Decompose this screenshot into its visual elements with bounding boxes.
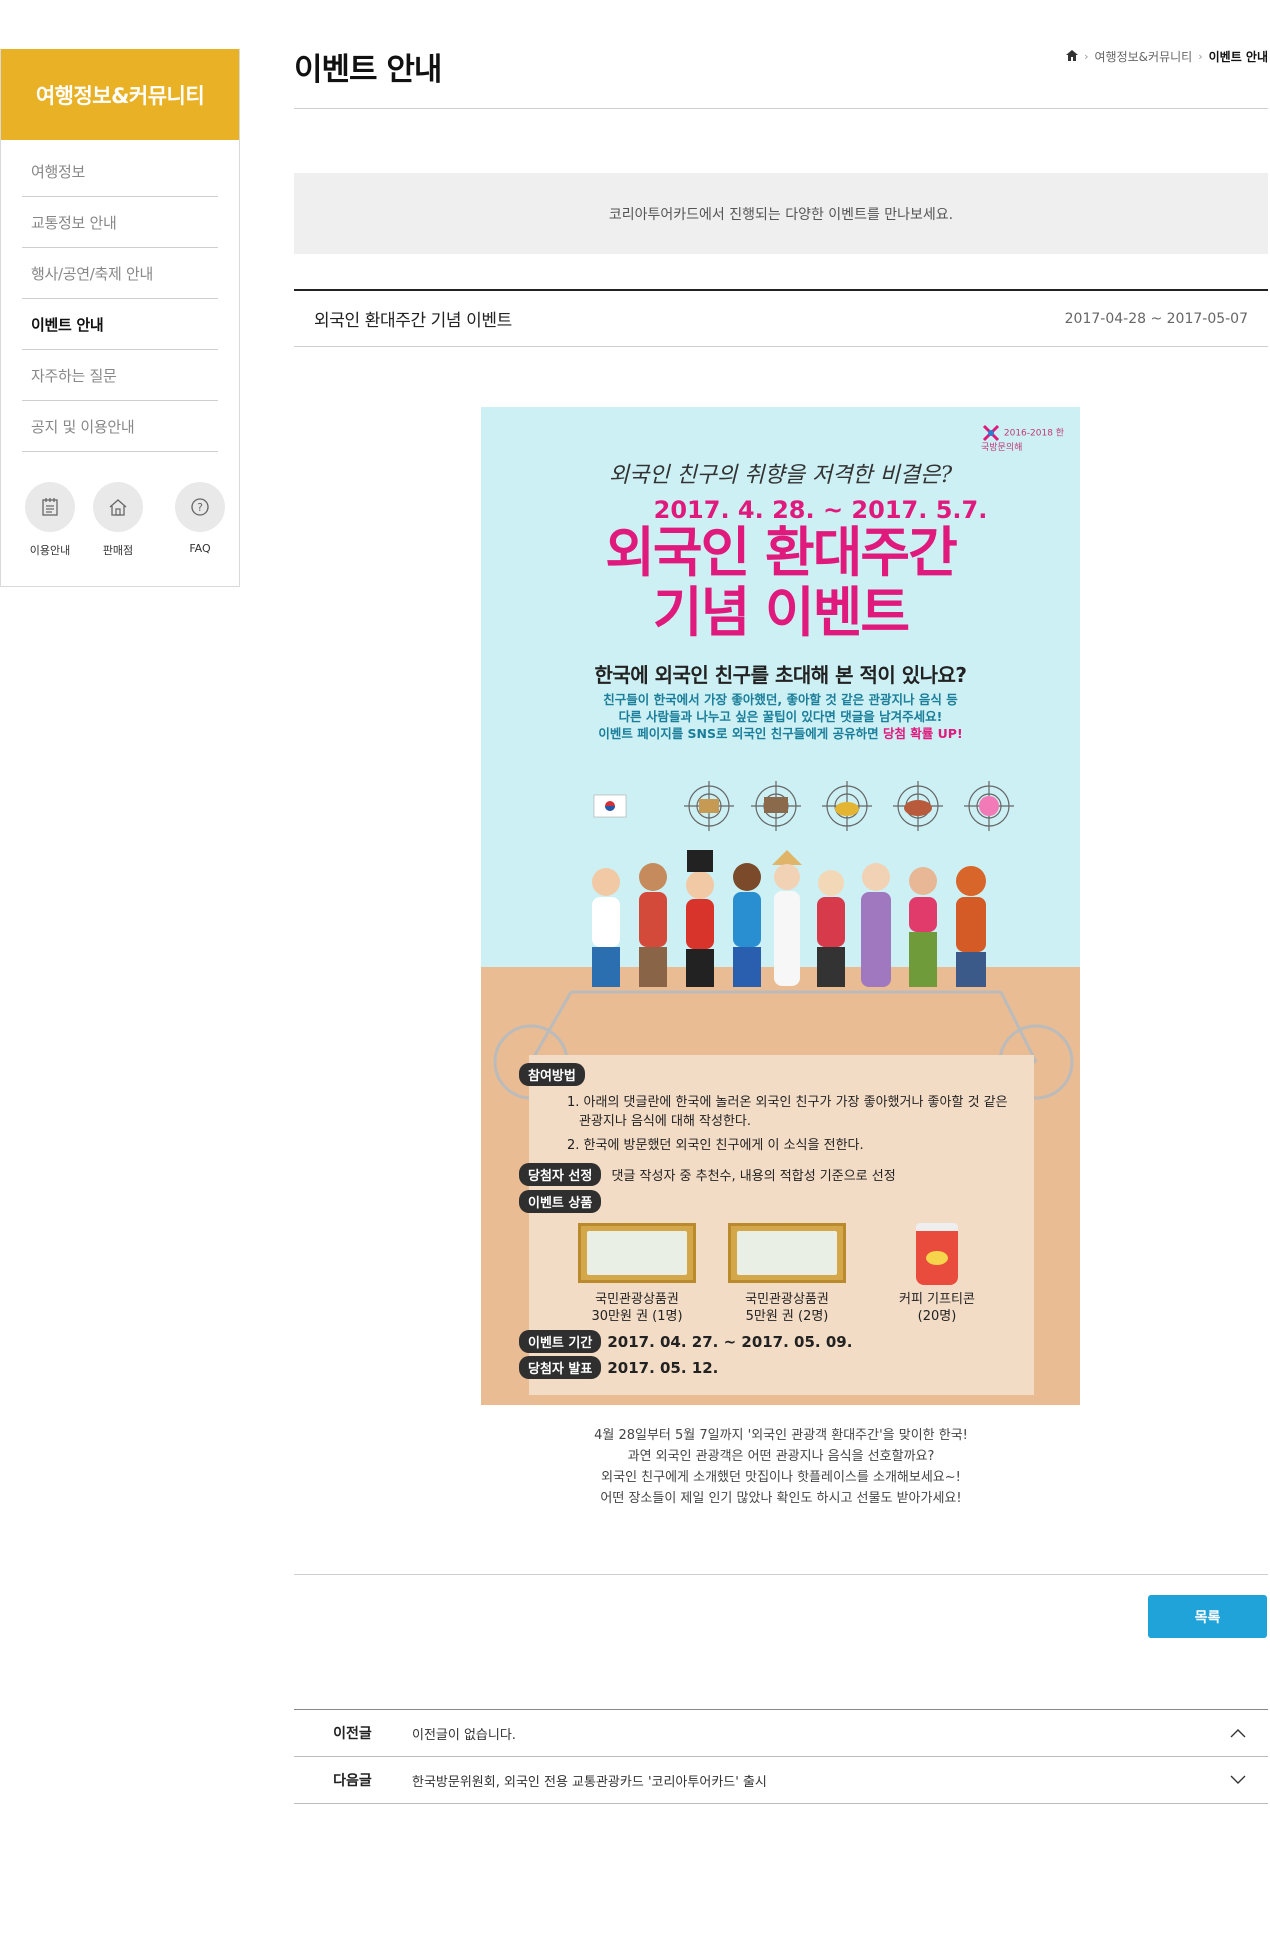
period-tag: 이벤트 기간 [519, 1330, 602, 1353]
winner-text: 댓글 작성자 중 추천수, 내용의 적합성 기준으로 선정 [611, 1169, 896, 1184]
poster-tagline: 외국인 친구의 취향을 저격한 비결은? [608, 463, 953, 488]
korea-flag-icon [593, 794, 627, 818]
quick-link-label: 이용안내 [29, 544, 71, 557]
poster-title-line1: 외국인 환대주간 [605, 521, 958, 584]
prize-name: 국민관광상품권 [745, 1292, 829, 1307]
body-line: 4월 28일부터 5월 7일까지 '외국인 관광객 환대주간'을 맞이한 한국! [594, 1428, 968, 1443]
how-step-1b: 관광지나 음식에 대해 작성한다. [579, 1114, 752, 1129]
chevron-right-icon: › [1198, 50, 1203, 63]
sidebar-item-faq[interactable]: 자주하는 질문 [22, 350, 218, 401]
gift-voucher-icon [578, 1223, 696, 1283]
poster-title-line2: 기념 이벤트 [652, 581, 910, 644]
gift-voucher-icon [728, 1223, 846, 1283]
announce-tag: 당첨자 발표 [519, 1356, 602, 1379]
next-post-label: 다음글 [333, 1773, 372, 1789]
sidebar-item-travel-info[interactable]: 여행정보 [22, 146, 218, 197]
post-body-text: 4월 28일부터 5월 7일까지 '외국인 관광객 환대주간'을 맞이한 한국!… [294, 1425, 1268, 1509]
quick-links: 이용안내 판매점 ? FAQ [1, 452, 239, 586]
sidebar-title: 여행정보&커뮤니티 [1, 49, 239, 140]
next-post-row[interactable]: 다음글 한국방문위원회, 외국인 전용 교통관광카드 '코리아투어카드' 출시 [294, 1757, 1268, 1804]
intro-text: 코리아투어카드에서 진행되는 다양한 이벤트를 만나보세요. [608, 206, 954, 223]
chevron-right-icon: › [1084, 50, 1089, 63]
post-date: 2017-04-28 ~ 2017-05-07 [1064, 310, 1248, 327]
post-navigation: 이전글 이전글이 없습니다. 다음글 한국방문위원회, 외국인 전용 교통관광카… [294, 1709, 1268, 1804]
how-to-tag: 참여방법 [519, 1063, 585, 1086]
how-step-2: 2. 한국에 방문했던 외국인 친구에게 이 소식을 전한다. [567, 1138, 864, 1153]
prize-detail: 30만원 권 (1명) [591, 1309, 683, 1324]
home-icon[interactable] [1066, 49, 1079, 64]
body-line: 외국인 친구에게 소개했던 맛집이나 핫플레이스를 소개해보세요~! [601, 1470, 961, 1485]
prev-post-row[interactable]: 이전글 이전글이 없습니다. [294, 1710, 1268, 1757]
announce-text: 2017. 05. 12. [607, 1359, 719, 1377]
question-icon: ? [175, 482, 225, 532]
poster-desc-highlight: 당첨 확률 UP! [882, 726, 963, 741]
period-text: 2017. 04. 27. ~ 2017. 05. 09. [607, 1333, 853, 1351]
prize-name: 커피 기프티콘 [899, 1292, 975, 1307]
sidebar: 여행정보&커뮤니티 여행정보 교통정보 안내 행사/공연/축제 안내 이벤트 안… [0, 49, 240, 587]
quick-link-faq[interactable]: ? FAQ [175, 482, 225, 558]
event-poster: 2016-2018 한국방문의해 외국인 친구의 취향을 저격한 비결은? 20… [481, 407, 1080, 1405]
poster-desc-text: 이벤트 페이지를 SNS로 외국인 친구들에게 공유하면 [598, 726, 883, 741]
sidebar-item-events-shows[interactable]: 행사/공연/축제 안내 [22, 248, 218, 299]
poster-question: 한국에 외국인 친구를 초대해 본 적이 있나요? [594, 663, 967, 687]
prize-detail: 5만원 권 (2명) [745, 1309, 829, 1324]
quick-link-guide[interactable]: 이용안내 [25, 482, 75, 558]
prize-item: 국민관광상품권 5만원 권 (2명) [712, 1223, 862, 1325]
chevron-up-icon [1208, 1728, 1268, 1738]
guide-icon [25, 482, 75, 532]
event-info-panel: 참여방법 1. 아래의 댓글란에 한국에 놀러온 외국인 친구가 가장 좋아했거… [519, 1055, 1034, 1395]
poster-desc-line: 다른 사람들과 나누고 싶은 꿀팁이 있다면 댓글을 남겨주세요! [618, 709, 943, 724]
sidebar-item-transport-info[interactable]: 교통정보 안내 [22, 197, 218, 248]
divider [294, 108, 1268, 109]
breadcrumb: › 여행정보&커뮤니티 › 이벤트 안내 [1066, 48, 1268, 65]
body-line: 어떤 장소들이 제일 인기 많았나 확인도 하시고 선물도 받아가세요! [600, 1491, 962, 1506]
next-post-title[interactable]: 한국방문위원회, 외국인 전용 교통관광카드 '코리아투어카드' 출시 [411, 1771, 1208, 1790]
breadcrumb-level1[interactable]: 여행정보&커뮤니티 [1095, 48, 1193, 65]
poster-dates: 2017. 4. 28. ~ 2017. 5.7. [653, 496, 988, 524]
post-header: 외국인 환대주간 기념 이벤트 2017-04-28 ~ 2017-05-07 [294, 289, 1268, 347]
quick-link-store[interactable]: 판매점 [93, 482, 143, 558]
post-title: 외국인 환대주간 기념 이벤트 [314, 311, 512, 331]
list-button[interactable]: 목록 [1148, 1595, 1267, 1638]
quick-link-label: FAQ [189, 542, 211, 555]
quick-link-label: 판매점 [102, 544, 134, 557]
page-title: 이벤트 안내 [294, 52, 442, 88]
poster-description: 친구들이 한국에서 가장 좋아했던, 좋아할 것 같은 관광지나 음식 등 다른… [481, 691, 1080, 742]
poster-desc-line: 친구들이 한국에서 가장 좋아했던, 좋아할 것 같은 관광지나 음식 등 [603, 692, 958, 707]
winner-tag: 당첨자 선정 [519, 1163, 602, 1186]
prev-post-title: 이전글이 없습니다. [412, 1727, 516, 1743]
prize-name: 국민관광상품권 [595, 1292, 679, 1307]
sidebar-item-event-guide[interactable]: 이벤트 안내 [22, 299, 218, 350]
prize-detail: (20명) [917, 1309, 957, 1324]
home-icon [93, 482, 143, 532]
sidebar-item-notice[interactable]: 공지 및 이용안내 [22, 401, 218, 452]
riders [592, 850, 986, 987]
poster-desc-line: 이벤트 페이지를 SNS로 외국인 친구들에게 공유하면 당첨 확률 UP! [481, 725, 1080, 742]
prize-item: 국민관광상품권 30만원 권 (1명) [562, 1223, 712, 1325]
body-line: 과연 외국인 관광객은 어떤 관광지나 음식을 선호할까요? [627, 1449, 935, 1464]
prize-tag: 이벤트 상품 [519, 1190, 602, 1213]
divider [294, 1574, 1268, 1575]
svg-text:?: ? [197, 501, 203, 514]
coffee-cup-icon [916, 1223, 958, 1285]
prev-post-label: 이전글 [333, 1726, 372, 1742]
chevron-down-icon [1208, 1775, 1268, 1785]
sidebar-menu: 여행정보 교통정보 안내 행사/공연/축제 안내 이벤트 안내 자주하는 질문 … [1, 140, 239, 452]
how-step-1a: 1. 아래의 댓글란에 한국에 놀러온 외국인 친구가 가장 좋아했거나 좋아할… [567, 1095, 1008, 1110]
intro-box: 코리아투어카드에서 진행되는 다양한 이벤트를 만나보세요. [294, 173, 1268, 254]
breadcrumb-current: 이벤트 안내 [1208, 50, 1268, 64]
prize-item: 커피 기프티콘 (20명) [862, 1223, 1012, 1325]
